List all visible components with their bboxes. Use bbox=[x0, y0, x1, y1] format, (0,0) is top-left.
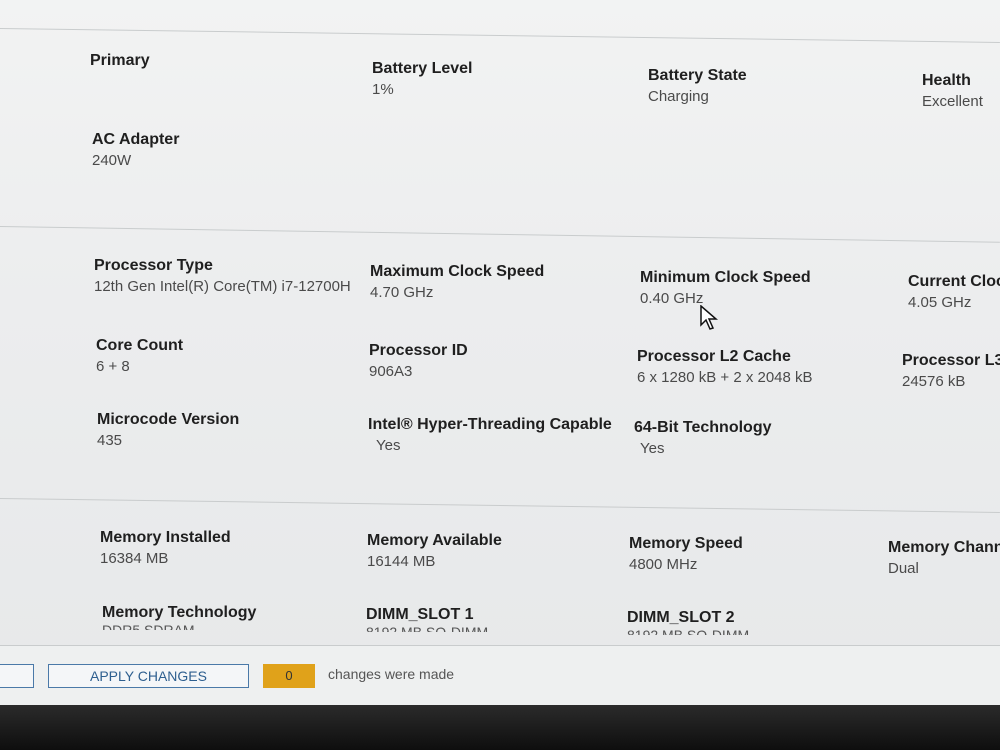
memory-installed: Memory Installed 16384 MB bbox=[100, 527, 231, 569]
max-clock-speed: Maximum Clock Speed 4.70 GHz bbox=[370, 261, 544, 303]
min-clock-speed-label: Minimum Clock Speed bbox=[640, 269, 811, 286]
memory-available-value: 16144 MB bbox=[367, 553, 436, 570]
memory-speed-value: 4800 MHz bbox=[629, 556, 698, 573]
battery-state: Battery State Charging bbox=[648, 65, 747, 107]
ac-adapter-label: AC Adapter bbox=[92, 131, 180, 148]
dimm-slot-1-label: DIMM_SLOT 1 bbox=[366, 606, 474, 623]
processor-id: Processor ID 906A3 bbox=[369, 340, 468, 382]
processor-l3-cache: Processor L3 24576 kB bbox=[902, 350, 1000, 392]
processor-type-label: Processor Type bbox=[94, 257, 213, 274]
memory-channel: Memory Channel Dual bbox=[888, 537, 1000, 579]
max-clock-speed-label: Maximum Clock Speed bbox=[370, 263, 545, 280]
mouse-pointer-icon bbox=[700, 305, 718, 330]
cancel-button[interactable] bbox=[0, 664, 34, 688]
battery-health-value: Excellent bbox=[922, 93, 983, 110]
apply-changes-button[interactable]: APPLY CHANGES bbox=[48, 664, 249, 688]
battery-state-value: Charging bbox=[648, 88, 709, 105]
processor-l3-cache-value: 24576 kB bbox=[902, 373, 966, 390]
battery-primary-label: Primary bbox=[90, 52, 150, 69]
processor-l3-cache-label: Processor L3 bbox=[902, 352, 1000, 369]
dimm-slot-2-value: 8192 MB SO-DIMM bbox=[627, 629, 749, 635]
processor-type: Processor Type 12th Gen Intel(R) Core(TM… bbox=[94, 255, 351, 297]
memory-channel-value: Dual bbox=[888, 560, 919, 577]
dimm-slot-1: DIMM_SLOT 1 8192 MB SO-DIMM bbox=[366, 604, 488, 632]
screen-bezel bbox=[0, 705, 1000, 750]
hyper-threading-label: Intel® Hyper-Threading Capable bbox=[368, 416, 612, 433]
top-divider bbox=[0, 28, 1000, 43]
dimm-slot-2-label: DIMM_SLOT 2 bbox=[627, 609, 735, 626]
battery-health: Health Excellent bbox=[922, 70, 983, 112]
64-bit-technology-value: Yes bbox=[640, 440, 665, 457]
settings-screen: Primary Battery Level 1% Battery State C… bbox=[0, 0, 1000, 750]
min-clock-speed-value: 0.40 GHz bbox=[640, 290, 704, 307]
core-count: Core Count 6 + 8 bbox=[96, 335, 183, 377]
battery-state-label: Battery State bbox=[648, 67, 747, 84]
processor-type-value: 12th Gen Intel(R) Core(TM) i7-12700H bbox=[94, 278, 351, 295]
memory-speed-label: Memory Speed bbox=[629, 535, 743, 552]
dimm-slot-1-value: 8192 MB SO-DIMM bbox=[366, 626, 488, 632]
processor-id-label: Processor ID bbox=[369, 342, 468, 359]
memory-available-label: Memory Available bbox=[367, 532, 502, 549]
battery-processor-divider bbox=[0, 226, 1000, 243]
memory-available: Memory Available 16144 MB bbox=[367, 530, 502, 572]
processor-l2-cache-label: Processor L2 Cache bbox=[637, 348, 791, 365]
battery-level: Battery Level 1% bbox=[372, 58, 473, 100]
processor-memory-divider bbox=[0, 498, 1000, 513]
memory-speed: Memory Speed 4800 MHz bbox=[629, 533, 743, 575]
memory-technology-value: DDR5 SDRAM bbox=[102, 624, 256, 630]
64-bit-technology: 64-Bit Technology Yes bbox=[634, 417, 772, 459]
change-count-badge: 0 bbox=[263, 664, 315, 688]
battery-level-value: 1% bbox=[372, 81, 394, 98]
footer-action-bar: APPLY CHANGES 0 changes were made bbox=[0, 645, 1000, 706]
processor-id-value: 906A3 bbox=[369, 363, 413, 380]
memory-channel-label: Memory Channel bbox=[888, 539, 1000, 556]
hyper-threading-value: Yes bbox=[376, 437, 401, 454]
microcode-version-value: 435 bbox=[97, 432, 123, 449]
current-clock-speed-label: Current Clock bbox=[908, 273, 1000, 290]
min-clock-speed: Minimum Clock Speed 0.40 GHz bbox=[640, 267, 811, 309]
battery-primary: Primary bbox=[90, 50, 150, 72]
processor-l2-cache: Processor L2 Cache 6 x 1280 kB + 2 x 204… bbox=[637, 346, 813, 388]
64-bit-technology-label: 64-Bit Technology bbox=[634, 419, 772, 436]
ac-adapter-value: 240W bbox=[92, 152, 132, 169]
memory-installed-label: Memory Installed bbox=[100, 529, 231, 546]
ac-adapter: AC Adapter 240W bbox=[92, 129, 179, 171]
max-clock-speed-value: 4.70 GHz bbox=[370, 284, 434, 301]
core-count-label: Core Count bbox=[96, 337, 184, 354]
current-clock-speed: Current Clock 4.05 GHz bbox=[908, 271, 1000, 313]
core-count-value: 6 + 8 bbox=[96, 358, 130, 375]
memory-installed-value: 16384 MB bbox=[100, 550, 169, 567]
changes-status-text: changes were made bbox=[328, 666, 455, 682]
microcode-version-label: Microcode Version bbox=[97, 411, 240, 428]
memory-technology: Memory Technology DDR5 SDRAM bbox=[102, 602, 256, 630]
hyper-threading: Intel® Hyper-Threading Capable Yes bbox=[368, 414, 612, 456]
processor-l2-cache-value: 6 x 1280 kB + 2 x 2048 kB bbox=[637, 369, 813, 386]
battery-health-label: Health bbox=[922, 72, 971, 89]
memory-technology-label: Memory Technology bbox=[102, 604, 257, 621]
current-clock-speed-value: 4.05 GHz bbox=[908, 294, 972, 311]
battery-level-label: Battery Level bbox=[372, 60, 473, 77]
microcode-version: Microcode Version 435 bbox=[97, 409, 239, 451]
dimm-slot-2: DIMM_SLOT 2 8192 MB SO-DIMM bbox=[627, 607, 749, 635]
